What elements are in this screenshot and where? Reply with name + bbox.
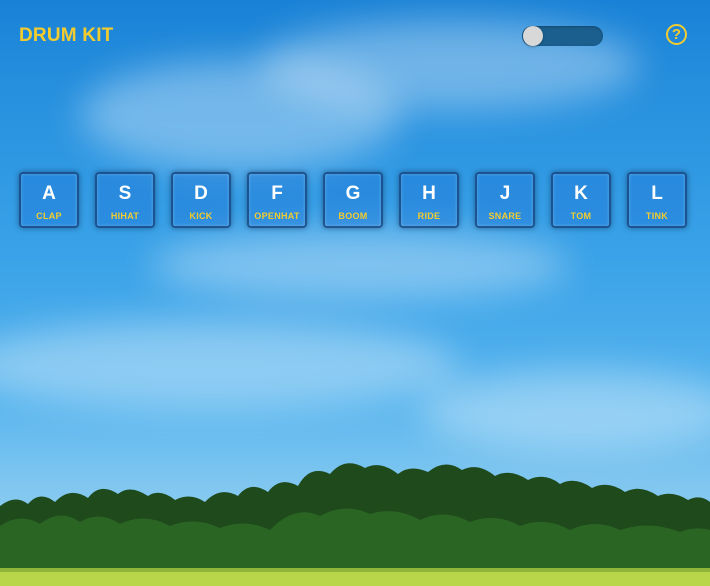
key-letter: J <box>499 183 511 204</box>
drum-key-d[interactable]: D KICK <box>171 172 231 228</box>
mode-toggle[interactable] <box>522 26 603 46</box>
key-sound-label: CLAP <box>36 211 62 221</box>
key-letter: D <box>194 183 208 204</box>
drum-key-l[interactable]: L TINK <box>627 172 687 228</box>
help-icon[interactable]: ? <box>666 24 687 45</box>
key-sound-label: OPENHAT <box>254 211 300 221</box>
drum-key-j[interactable]: J SNARE <box>475 172 535 228</box>
key-sound-label: SNARE <box>488 211 522 221</box>
key-letter: S <box>118 183 132 204</box>
key-sound-label: TOM <box>570 211 592 221</box>
drum-key-a[interactable]: A CLAP <box>19 172 79 228</box>
cloud <box>420 370 710 450</box>
drum-key-h[interactable]: H RIDE <box>399 172 459 228</box>
key-letter: G <box>345 183 361 204</box>
background-sky <box>0 0 710 586</box>
key-sound-label: KICK <box>189 211 213 221</box>
drum-keys: A CLAP S HIHAT D KICK F OPENHAT G BOOM H… <box>19 172 691 232</box>
treeline-image <box>0 463 710 586</box>
cloud <box>0 320 460 410</box>
drum-key-s[interactable]: S HIHAT <box>95 172 155 228</box>
key-letter: F <box>271 183 283 204</box>
key-letter: A <box>42 183 56 204</box>
key-sound-label: TINK <box>645 211 669 221</box>
key-letter: L <box>651 183 663 204</box>
key-letter: H <box>422 183 436 204</box>
drum-key-f[interactable]: F OPENHAT <box>247 172 307 228</box>
app-title: DRUM KIT <box>19 25 114 46</box>
key-sound-label: RIDE <box>417 211 441 221</box>
drum-key-g[interactable]: G BOOM <box>323 172 383 228</box>
key-letter: K <box>574 183 588 204</box>
toggle-knob[interactable] <box>523 26 543 46</box>
key-sound-label: HIHAT <box>110 211 140 221</box>
cloud <box>150 230 570 300</box>
drum-key-k[interactable]: K TOM <box>551 172 611 228</box>
key-sound-label: BOOM <box>338 211 368 221</box>
